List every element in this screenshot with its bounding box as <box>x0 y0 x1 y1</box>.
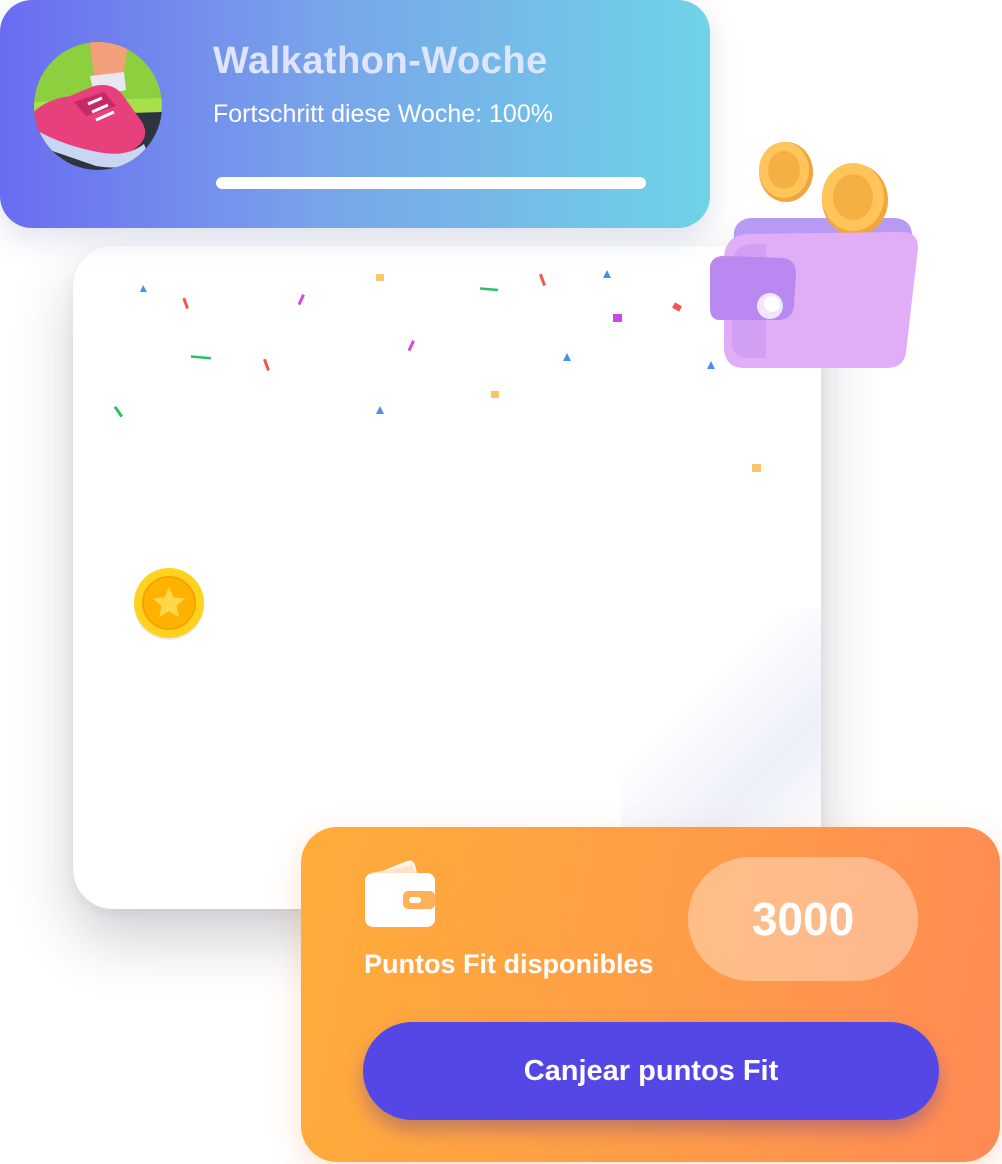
redeem-button[interactable]: Canjear puntos Fit <box>363 1022 939 1120</box>
points-label: Puntos Fit disponibles <box>364 949 654 979</box>
challenge-card[interactable]: Walkathon-Woche Fortschritt diese Woche:… <box>0 0 710 228</box>
challenge-title: Walkathon-Woche <box>213 40 548 82</box>
sneaker-icon <box>34 42 162 170</box>
wallet-coins-icon <box>706 136 926 376</box>
star-coin-icon <box>132 566 206 640</box>
challenge-progress-text: Fortschritt diese Woche: 100% <box>213 100 553 128</box>
wallet-icon <box>363 859 437 929</box>
points-badge: 3000 <box>688 857 918 981</box>
points-card: Puntos Fit disponibles 3000 Canjear punt… <box>301 827 1000 1162</box>
points-value: 3000 <box>751 893 855 945</box>
progress-bar-fill <box>216 177 646 189</box>
progress-bar <box>216 177 646 189</box>
